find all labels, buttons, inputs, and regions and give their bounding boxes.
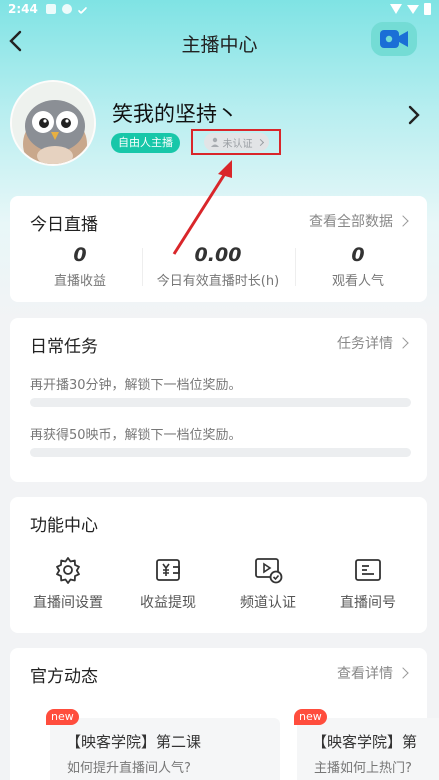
status-bar: 2:44: [0, 0, 439, 18]
chevron-right-icon: [397, 337, 409, 349]
user-icon: [210, 137, 219, 147]
start-live-button[interactable]: [371, 22, 417, 56]
notification-eye-icon: [61, 4, 72, 14]
official-news-title: 官方动态: [30, 667, 98, 687]
today-live-title: 今日直播: [30, 215, 98, 235]
view-all-data-link[interactable]: 查看全部数据: [309, 211, 409, 231]
anchor-type-badge: 自由人主播: [111, 133, 180, 153]
room-settings-button[interactable]: 直播间设置: [18, 555, 118, 612]
stat-duration-value: 0.00: [194, 244, 242, 266]
channel-verify-label: 频道认证: [240, 595, 296, 611]
task-text: 再获得50映币，解锁下一档位奖励。: [30, 428, 242, 443]
chevron-right-icon: [408, 105, 420, 125]
notification-a-icon: [45, 4, 56, 14]
task-details-label: 任务详情: [337, 336, 393, 352]
app-header: 主播中心: [0, 18, 439, 64]
status-right: [390, 3, 431, 15]
chevron-right-icon: [256, 138, 264, 146]
stat-duration-label: 今日有效直播时长(h): [156, 274, 280, 289]
stat-popularity: 0 观看人气: [308, 244, 408, 289]
yuan-wallet-icon: [156, 559, 180, 581]
verify-status-button[interactable]: 未认证: [203, 133, 269, 151]
battery-icon: [424, 3, 431, 15]
news-details-label: 查看详情: [337, 666, 393, 682]
owl-avatar-image: [12, 82, 94, 164]
today-live-card: 今日直播 查看全部数据 0 直播收益 0.00 今日有效直播时长(h) 0 观看…: [10, 196, 427, 302]
new-badge: new: [294, 709, 327, 725]
new-badge: new: [46, 709, 79, 725]
task-details-link[interactable]: 任务详情: [337, 333, 409, 353]
wifi-icon: [390, 4, 402, 14]
username: 笑我的坚持丶: [112, 102, 238, 126]
chevron-right-icon: [397, 667, 409, 679]
stat-popularity-value: 0: [351, 244, 365, 266]
room-number-button[interactable]: 直播间号: [318, 555, 418, 612]
gear-icon: [56, 557, 80, 584]
notification-check-icon: [77, 4, 88, 14]
news-item-title: 【映客学院】第: [312, 733, 418, 751]
task-text: 再开播30分钟，解锁下一档位奖励。: [30, 378, 242, 393]
verify-status-label: 未认证: [222, 138, 253, 150]
avatar[interactable]: [10, 80, 96, 166]
task-progress-bar: [30, 448, 411, 457]
news-item-subtitle: 主播如何上热门?: [314, 761, 412, 776]
status-time: 2:44: [8, 2, 38, 16]
stat-income-label: 直播收益: [53, 274, 106, 289]
id-card-icon: [355, 559, 381, 581]
news-item-subtitle: 如何提升直播间人气?: [67, 761, 191, 776]
stat-popularity-label: 观看人气: [331, 274, 384, 289]
view-all-data-label: 查看全部数据: [309, 214, 393, 230]
function-center-card: 功能中心 直播间设置 收益提现 频道认证 直播间号: [10, 497, 427, 633]
verify-highlight-box: 未认证: [191, 129, 281, 155]
room-number-label: 直播间号: [340, 595, 396, 611]
daily-tasks-card: 日常任务 任务详情 再开播30分钟，解锁下一档位奖励。 再获得50映币，解锁下一…: [10, 318, 427, 482]
function-center-title: 功能中心: [30, 516, 98, 536]
daily-tasks-title: 日常任务: [30, 337, 98, 357]
stat-income-value: 0: [73, 244, 87, 266]
withdraw-button[interactable]: 收益提现: [118, 555, 218, 612]
profile-detail-button[interactable]: [407, 104, 421, 126]
task-progress-bar: [30, 398, 411, 407]
chevron-right-icon: [397, 215, 409, 227]
stat-divider: [142, 248, 143, 286]
video-verified-icon: [255, 558, 283, 584]
video-camera-icon: [380, 30, 408, 48]
signal-icon: [407, 4, 419, 14]
news-details-link[interactable]: 查看详情: [337, 663, 409, 683]
channel-verify-button[interactable]: 频道认证: [218, 555, 318, 612]
stat-divider: [295, 248, 296, 286]
stat-income: 0 直播收益: [30, 244, 130, 289]
withdraw-label: 收益提现: [140, 595, 196, 611]
news-item-title: 【映客学院】第二课: [66, 733, 202, 751]
room-settings-label: 直播间设置: [33, 595, 103, 611]
stat-duration: 0.00 今日有效直播时长(h): [148, 244, 288, 289]
